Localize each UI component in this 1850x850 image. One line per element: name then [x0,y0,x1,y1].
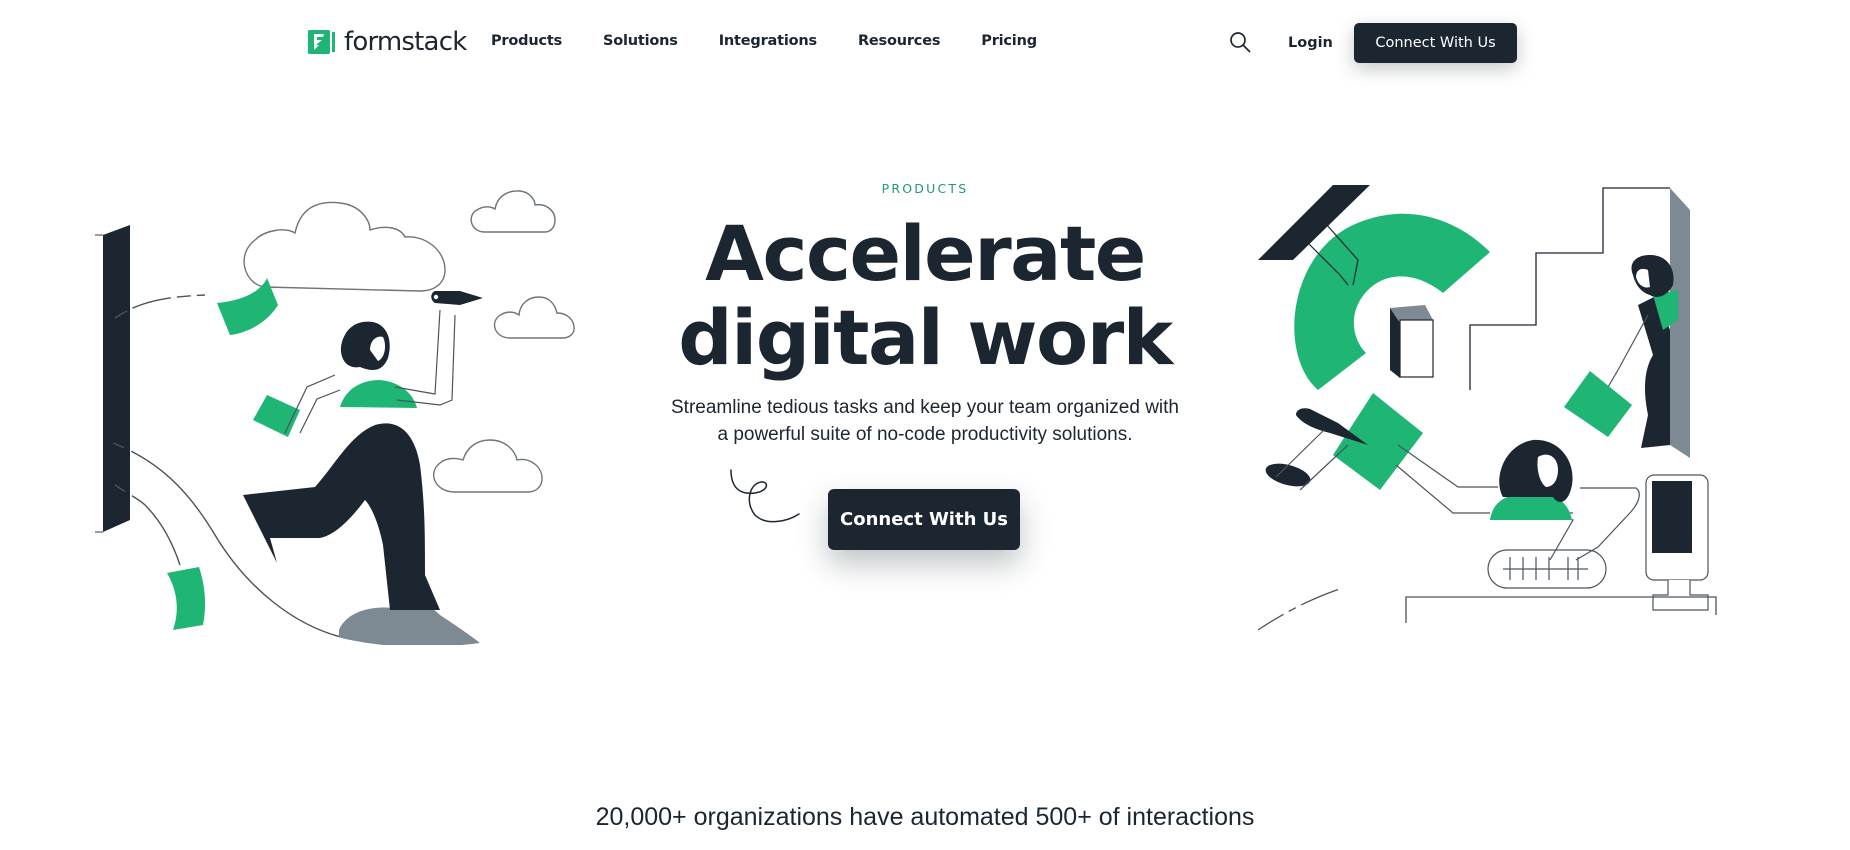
hero-connect-button[interactable]: Connect With Us [828,489,1020,550]
arm-left-lower [299,389,341,434]
main-nav: Products Solutions Integrations Resource… [491,33,1037,49]
headline-line-1: Accelerate [705,209,1146,298]
cloud-large [243,201,446,292]
box [1390,305,1434,378]
login-link[interactable]: Login [1288,35,1333,51]
arm-right [394,309,441,395]
legs [243,423,440,610]
subtitle-line-1: Streamline tedious tasks and keep your t… [671,397,1179,418]
nav-solutions[interactable]: Solutions [603,33,678,49]
phone [431,291,483,305]
door [95,225,130,533]
woman-running-illustration [95,190,575,645]
stats-banner: 20,000+ organizations have automated 500… [595,803,1255,831]
paper-3 [167,567,206,630]
woman-figure [243,291,483,645]
cloud-mid-right [493,296,575,339]
dashed-trail [1258,554,1424,631]
flying-papers [167,278,300,630]
nav-integrations[interactable]: Integrations [719,33,817,49]
stairs [1469,187,1670,390]
logo-text: formstack [344,27,467,57]
keyboard [1487,549,1607,589]
header-connect-button[interactable]: Connect With Us [1354,23,1517,63]
nav-pricing[interactable]: Pricing [981,33,1037,49]
squiggle-decoration-icon [725,465,810,535]
woman-standing [1564,255,1678,448]
subtitle-line-2: a powerful suite of no-code productivity… [717,424,1133,445]
cloud-top-right [470,190,556,233]
paper-1 [217,278,278,335]
search-icon[interactable] [1229,31,1251,53]
motion-lines [112,294,356,641]
nav-products[interactable]: Products [491,33,562,49]
team-at-computer-illustration [1258,185,1717,631]
torso [340,380,417,408]
computer [1645,474,1709,611]
headline-line-2: digital work [678,293,1173,382]
cloud-bottom-right [433,439,543,493]
formstack-logo[interactable]: formstack [308,27,467,57]
formstack-logo-icon [308,29,342,55]
nav-resources[interactable]: Resources [858,33,941,49]
green-paper [1333,393,1423,490]
